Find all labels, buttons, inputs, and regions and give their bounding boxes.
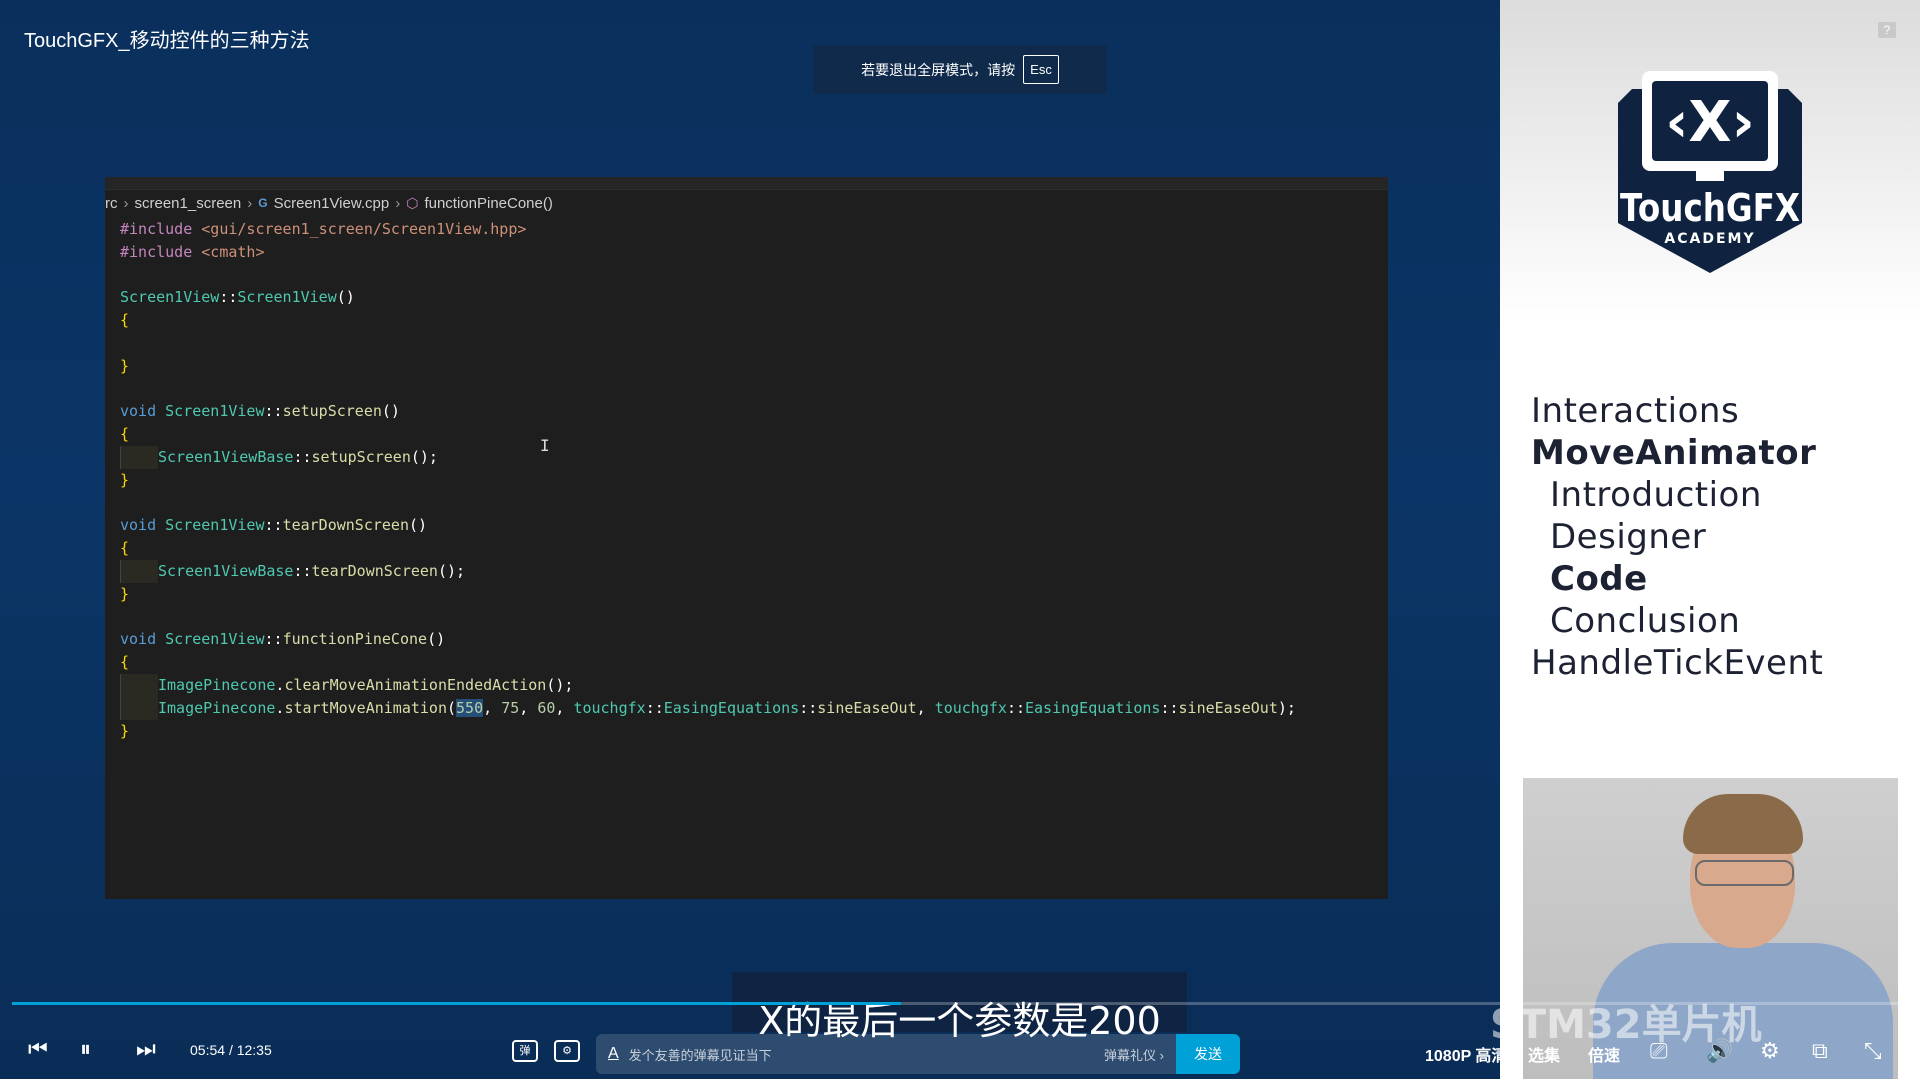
chevron-right-icon: › (247, 194, 253, 212)
code-line: void Screen1View::functionPineCone() (120, 630, 446, 649)
time-separator: / (228, 1042, 233, 1058)
settings-gear-icon[interactable]: ⚙ (1760, 1038, 1780, 1064)
logo-subtext: ACADEMY (1664, 231, 1755, 247)
next-icon[interactable]: ⏭ (136, 1036, 156, 1062)
chevron-right-icon: › (123, 194, 129, 212)
toast-text: 若要退出全屏模式，请按 (861, 61, 1016, 78)
fullscreen-exit-toast: 若要退出全屏模式，请按 Esc (813, 45, 1107, 94)
code-line: void Screen1View::setupScreen() (120, 402, 400, 421)
code-line: ImagePinecone.startMoveAnimation(550, 75… (120, 696, 1388, 720)
logo-text: TouchGFX (1620, 186, 1800, 230)
volume-icon[interactable]: 🔊 (1706, 1038, 1733, 1064)
crumb-file: Screen1View.cpp (273, 194, 390, 212)
agenda-item: Interactions (1531, 391, 1740, 431)
danmaku-placeholder: 发个友善的弹幕见证当下 (628, 1047, 772, 1063)
progress-fill (12, 1002, 902, 1005)
agenda-item: Introduction (1550, 475, 1762, 515)
picture-in-picture-icon[interactable]: ⧉ (1812, 1038, 1828, 1064)
code-line: } (120, 584, 130, 603)
danmaku-style-icon[interactable]: A (608, 1045, 619, 1063)
subtitle-toggle-icon[interactable]: ⎚ (1650, 1038, 1668, 1064)
pause-icon[interactable]: ⏸ (80, 1036, 91, 1062)
code-line: { (120, 539, 130, 558)
danmaku-input[interactable]: A 发个友善的弹幕见证当下 弹幕礼仪 › (596, 1034, 1176, 1074)
presenter-glasses (1695, 860, 1794, 886)
agenda-item: HandleTickEvent (1531, 643, 1824, 683)
chevron-right-icon: › (395, 194, 401, 212)
code-line: #include <cmath> (120, 242, 265, 261)
text-cursor-icon: I (540, 436, 550, 455)
speed-button[interactable]: 倍速 (1588, 1042, 1620, 1066)
code-line: { (120, 653, 130, 672)
current-time: 05:54 (190, 1042, 226, 1058)
code-editor: rc › screen1_screen › G Screen1View.cpp … (105, 177, 1388, 899)
agenda-list: Interactions MoveAnimator Introduction Desi… (1531, 390, 1823, 684)
help-icon[interactable]: ? (1878, 22, 1896, 38)
code-line: Screen1ViewBase::tearDownScreen(); (120, 559, 1388, 583)
episodes-button[interactable]: 选集 (1528, 1042, 1560, 1066)
player-controls: ⏮ ⏸ ⏭ 05:54 / 12:35 弹 ⚙ A 发个友善的弹幕见证当下 弹幕… (0, 1010, 1920, 1079)
exit-fullscreen-icon[interactable]: ⤡ (1864, 1038, 1882, 1064)
code-line: } (120, 470, 130, 489)
breadcrumb: rc › screen1_screen › G Screen1View.cpp … (105, 190, 1388, 216)
quality-selector[interactable]: 1080P 高清 (1425, 1042, 1507, 1066)
method-cube-icon: ⬡ (406, 194, 419, 211)
send-button[interactable]: 发送 (1176, 1034, 1240, 1074)
agenda-item: Designer (1550, 517, 1707, 557)
esc-key-hint: Esc (1023, 55, 1059, 84)
code-line: Screen1ViewBase::setupScreen(); (120, 445, 1388, 469)
time-display: 05:54 / 12:35 (190, 1042, 272, 1058)
code-line: } (120, 721, 130, 740)
cpp-file-icon: G (258, 196, 268, 210)
crumb-src: rc (105, 194, 118, 212)
touchgfx-academy-logo: ‹X› TouchGFX ACADEMY (1618, 71, 1802, 273)
code-line: Screen1View::Screen1View() (120, 288, 355, 307)
crumb-function: functionPineCone() (424, 194, 553, 212)
video-title: TouchGFX_移动控件的三种方法 (24, 30, 310, 52)
logo-symbol: ‹X› (1665, 90, 1754, 155)
danmaku-toggle-icon[interactable]: 弹 (512, 1040, 538, 1062)
code-line: { (120, 425, 130, 444)
crumb-folder: screen1_screen (134, 194, 242, 212)
side-panel: ? ‹X› TouchGFX ACADEMY Interactions MoveA… (1500, 0, 1920, 1079)
agenda-item: Code (1550, 559, 1648, 599)
agenda-item: MoveAnimator (1531, 433, 1817, 473)
progress-bar[interactable] (12, 1002, 1908, 1005)
code-line: } (120, 356, 130, 375)
code-line: ImagePinecone.clearMoveAnimationEndedAct… (120, 673, 1388, 697)
editor-tabs (105, 177, 1388, 190)
code-line: { (120, 311, 130, 330)
danmaku-settings-icon[interactable]: ⚙ (554, 1040, 580, 1062)
presenter-hair (1683, 794, 1803, 854)
total-time: 12:35 (236, 1042, 272, 1058)
danmaku-etiquette-link[interactable]: 弹幕礼仪 › (1104, 1045, 1164, 1064)
code-line: void Screen1View::tearDownScreen() (120, 516, 428, 535)
agenda-item: Conclusion (1550, 601, 1741, 641)
code-body: #include <gui/screen1_screen/Screen1View… (105, 218, 1388, 742)
previous-icon[interactable]: ⏮ (28, 1036, 48, 1062)
code-line: #include <gui/screen1_screen/Screen1View… (120, 220, 527, 238)
